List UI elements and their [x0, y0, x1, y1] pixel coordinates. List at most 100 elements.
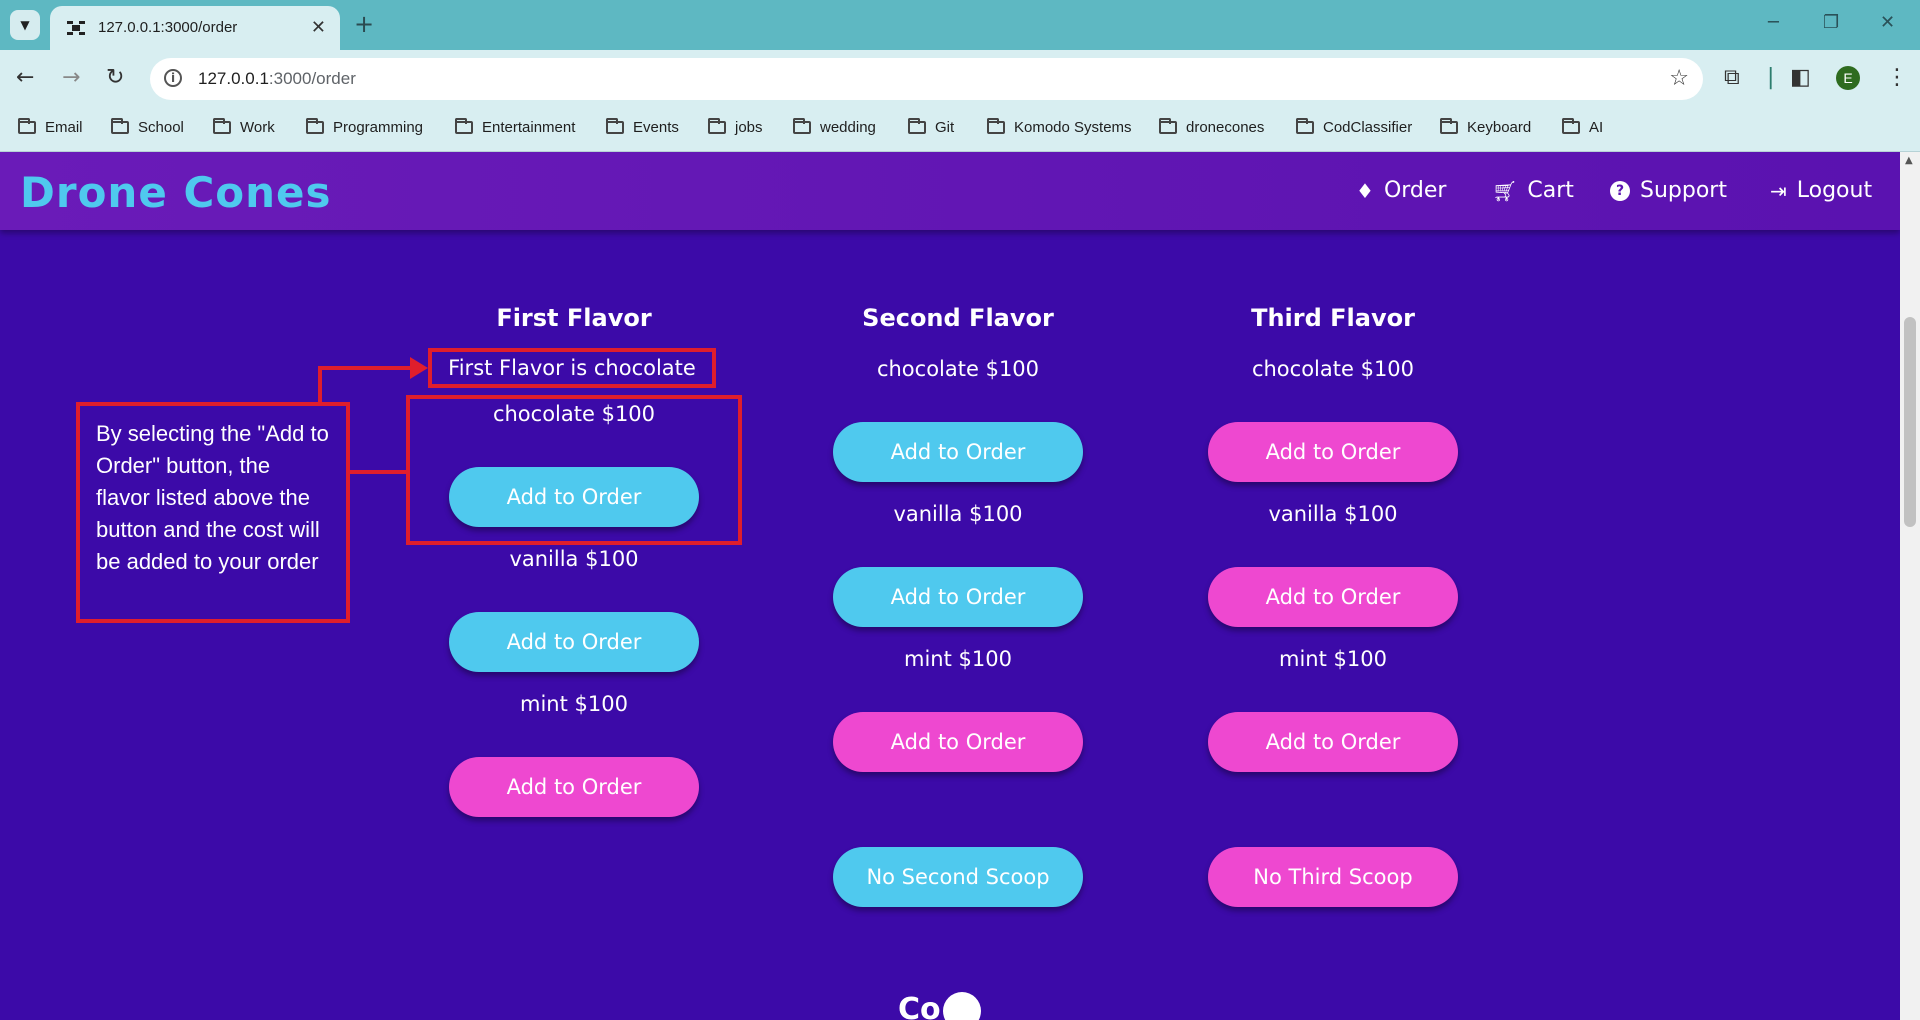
nav-order-label: Order: [1383, 178, 1447, 203]
bookmark-ai[interactable]: AI: [1562, 118, 1604, 136]
scrollbar-thumb[interactable]: [1904, 317, 1916, 527]
bookmark-entertainment[interactable]: Entertainment: [455, 118, 575, 136]
bookmark-star-icon[interactable]: ☆: [1669, 66, 1689, 91]
bookmark-label: CodClassifier: [1323, 119, 1413, 136]
annotation-arrow-icon: [410, 357, 428, 379]
page-scrollbar[interactable]: ▲: [1900, 152, 1920, 1020]
bookmark-school[interactable]: School: [111, 118, 184, 136]
folder-icon: [908, 118, 926, 134]
annotation-selected-highlight: First Flavor is chocolate: [428, 348, 716, 388]
new-tab-button[interactable]: +: [354, 11, 374, 37]
folder-icon: [1562, 118, 1580, 134]
no-third-scoop-button[interactable]: No Third Scoop: [1208, 847, 1458, 907]
bookmark-jobs[interactable]: jobs: [708, 118, 763, 136]
first-flavor-selection: First Flavor is chocolate: [448, 356, 696, 380]
folder-icon: [1440, 118, 1458, 134]
drone-favicon-icon: [67, 21, 85, 35]
help-circle-icon: ?: [1610, 180, 1630, 201]
second-vanilla-label: vanilla $100: [893, 502, 1023, 526]
second-chocolate-label: chocolate $100: [876, 357, 1040, 381]
second-mint-label: mint $100: [904, 647, 1012, 671]
bookmark-keyboard[interactable]: Keyboard: [1440, 118, 1531, 136]
bookmark-label: wedding: [820, 119, 876, 136]
bookmark-work[interactable]: Work: [213, 118, 275, 136]
page-viewport: Drone Cones ♦ Order 🛒︎ Cart ? Support ⇥ Logo…: [0, 152, 1900, 1020]
footer-logo: Co s: [898, 992, 969, 1020]
no-second-scoop-button[interactable]: No Second Scoop: [833, 847, 1083, 907]
first-mint-label: mint $100: [520, 692, 628, 716]
url-path: :3000/order: [268, 69, 356, 88]
folder-icon: [793, 118, 811, 134]
extensions-puzzle-icon[interactable]: ⧉: [1724, 65, 1740, 90]
folder-icon: [455, 118, 473, 134]
bookmarks-bar: Email School Work Programming Entertainm…: [0, 108, 1920, 152]
address-url[interactable]: 127.0.0.1:3000/order: [198, 69, 356, 89]
folder-icon: [18, 118, 36, 134]
toolbar-divider: |: [1767, 65, 1775, 90]
browser-toolbar: ← → ↻ i 127.0.0.1:3000/order ☆ ⧉ | ◧ E ⋮: [0, 50, 1920, 108]
first-mint-add-button[interactable]: Add to Order: [449, 757, 699, 817]
nav-support[interactable]: ? Support: [1610, 178, 1727, 203]
bookmark-label: Work: [240, 119, 275, 136]
second-chocolate-add-button[interactable]: Add to Order: [833, 422, 1083, 482]
bookmark-label: AI: [1589, 119, 1604, 136]
folder-icon: [306, 118, 324, 134]
third-vanilla-label: vanilla $100: [1268, 502, 1398, 526]
folder-icon: [708, 118, 726, 134]
bookmark-email[interactable]: Email: [18, 118, 83, 136]
forward-arrow-icon[interactable]: →: [62, 66, 80, 90]
bookmark-codclassifier[interactable]: CodClassifier: [1296, 118, 1413, 136]
site-info-icon[interactable]: i: [164, 69, 182, 87]
nav-support-label: Support: [1640, 178, 1727, 203]
kebab-menu-icon[interactable]: ⋮: [1886, 65, 1908, 90]
bookmark-label: Komodo Systems: [1014, 119, 1132, 136]
browser-tab-bar: ▼ 127.0.0.1:3000/order ✕ + ─ ❐ ✕: [0, 0, 1920, 50]
bookmark-events[interactable]: Events: [606, 118, 679, 136]
third-mint-add-button[interactable]: Add to Order: [1208, 712, 1458, 772]
third-vanilla-add-button[interactable]: Add to Order: [1208, 567, 1458, 627]
scroll-up-icon[interactable]: ▲: [1905, 155, 1913, 166]
annotation-connector: [350, 470, 406, 474]
second-vanilla-add-button[interactable]: Add to Order: [833, 567, 1083, 627]
profile-avatar[interactable]: E: [1836, 66, 1860, 90]
tab-search-button[interactable]: ▼: [10, 10, 40, 40]
browser-tab[interactable]: 127.0.0.1:3000/order ✕: [50, 6, 340, 50]
bookmark-label: jobs: [735, 119, 763, 136]
bookmark-label: Git: [935, 119, 955, 136]
nav-logout-label: Logout: [1796, 178, 1873, 203]
nav-cart[interactable]: 🛒︎ Cart: [1492, 178, 1574, 203]
cart-icon: 🛒︎: [1492, 178, 1518, 203]
window-close-icon[interactable]: ✕: [1880, 12, 1895, 33]
bookmark-label: dronecones: [1186, 119, 1265, 136]
minimize-icon[interactable]: ─: [1768, 12, 1779, 33]
chevron-down-icon: ▼: [20, 18, 30, 32]
third-flavor-title: Third Flavor: [1251, 304, 1415, 332]
bookmark-wedding[interactable]: wedding: [793, 118, 876, 136]
annotation-connector: [318, 369, 322, 404]
second-mint-add-button[interactable]: Add to Order: [833, 712, 1083, 772]
annotation-callout: By selecting the "Add to Order" button, …: [76, 402, 350, 623]
reload-icon[interactable]: ↻: [106, 66, 124, 90]
address-bar[interactable]: i 127.0.0.1:3000/order ☆: [150, 58, 1703, 100]
folder-icon: [213, 118, 231, 134]
side-panel-icon[interactable]: ◧: [1790, 65, 1811, 90]
first-vanilla-add-button[interactable]: Add to Order: [449, 612, 699, 672]
url-host: 127.0.0.1: [198, 69, 269, 88]
bookmark-git[interactable]: Git: [908, 118, 955, 136]
nav-logout[interactable]: ⇥ Logout: [1770, 178, 1872, 203]
site-header: Drone Cones ♦ Order 🛒︎ Cart ? Support ⇥ Logo…: [0, 152, 1900, 230]
tab-title: 127.0.0.1:3000/order: [98, 19, 238, 36]
close-icon[interactable]: ✕: [311, 17, 326, 38]
bookmark-label: Programming: [333, 119, 424, 136]
bookmark-komodo-systems[interactable]: Komodo Systems: [987, 118, 1132, 136]
third-chocolate-add-button[interactable]: Add to Order: [1208, 422, 1458, 482]
bookmark-programming[interactable]: Programming: [306, 118, 424, 136]
third-chocolate-label: chocolate $100: [1251, 357, 1415, 381]
nav-order[interactable]: ♦ Order: [1356, 178, 1446, 203]
restore-icon[interactable]: ❐: [1823, 12, 1839, 33]
back-arrow-icon[interactable]: ←: [16, 66, 34, 90]
brand-logo[interactable]: Drone Cones: [20, 168, 332, 217]
bookmark-label: Email: [45, 119, 83, 136]
first-flavor-title: First Flavor: [496, 304, 652, 332]
bookmark-dronecones[interactable]: dronecones: [1159, 118, 1265, 136]
